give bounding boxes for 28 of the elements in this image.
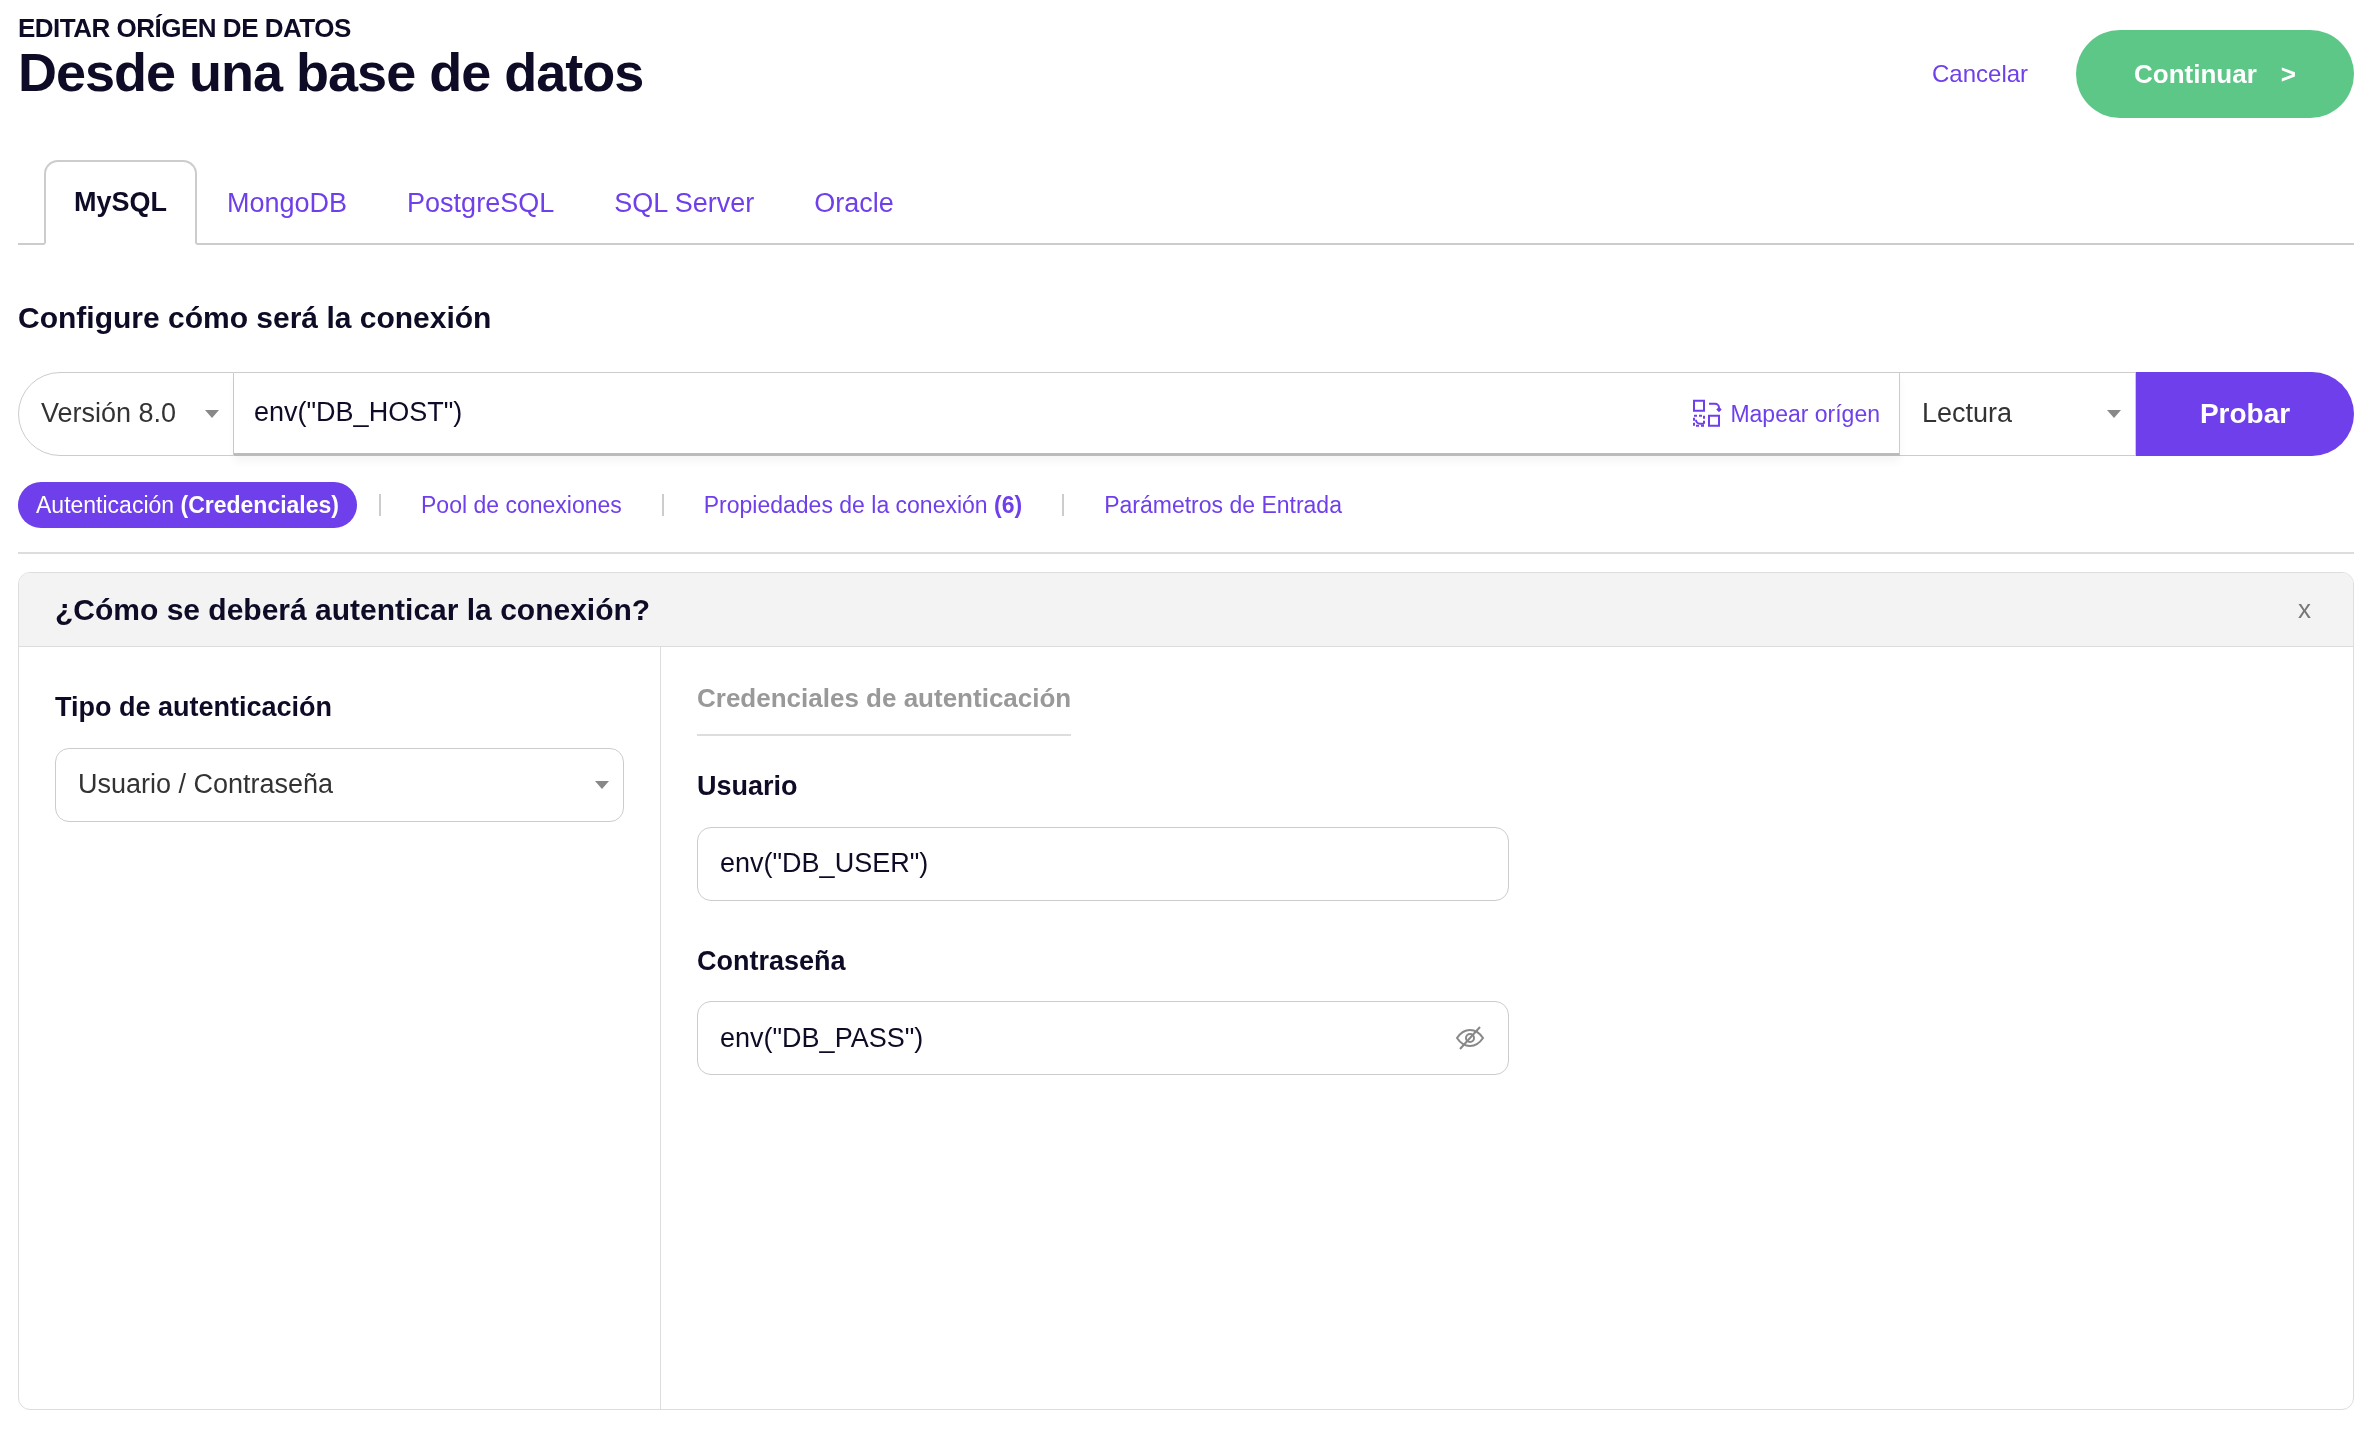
section-tab[interactable]: Parámetros de Entrada	[1086, 481, 1360, 528]
section-tab[interactable]: Pool de conexiones	[403, 481, 640, 528]
auth-type-select[interactable]: Usuario / Contraseña	[55, 747, 624, 822]
page-title: Desde una base de datos	[18, 42, 644, 102]
database-tab[interactable]: PostgreSQL	[377, 160, 585, 245]
database-tab[interactable]: MySQL	[44, 160, 197, 245]
eye-slash-icon[interactable]	[1455, 1025, 1485, 1051]
field-label: Tipo de autenticación	[55, 691, 334, 724]
cancel-link[interactable]: Cancelar	[1932, 56, 2029, 92]
panel-title: ¿Cómo se deberá autenticar la conexión?	[55, 591, 651, 628]
database-tab[interactable]: Oracle	[784, 160, 924, 245]
field-label: Usuario	[697, 770, 799, 803]
database-tab[interactable]: SQL Server	[584, 160, 785, 245]
section-heading: Configure cómo será la conexión	[18, 299, 493, 336]
test-button[interactable]: Probar	[2136, 371, 2354, 456]
swap-icon	[1692, 398, 1723, 429]
credentials-heading: Credenciales de autenticación	[697, 679, 1072, 736]
map-source-link[interactable]: Mapear orígen	[1692, 396, 1880, 431]
text-field[interactable]: env("DB_USER")	[697, 826, 1509, 901]
mode-select[interactable]: Lectura	[1900, 371, 2136, 456]
field-label: Contraseña	[697, 944, 847, 978]
version-select[interactable]: Versión 8.0	[18, 371, 234, 456]
database-tab[interactable]: MongoDB	[197, 160, 378, 245]
section-tab[interactable]: Propiedades de la conexión (6)	[685, 481, 1041, 528]
section-tab[interactable]: Autenticación (Credenciales)	[18, 481, 357, 528]
password-field[interactable]: env("DB_PASS")	[697, 1001, 1509, 1075]
close-button[interactable]: x	[2292, 589, 2317, 630]
page-overline: EDITAR ORÍGEN DE DATOS	[18, 14, 352, 43]
